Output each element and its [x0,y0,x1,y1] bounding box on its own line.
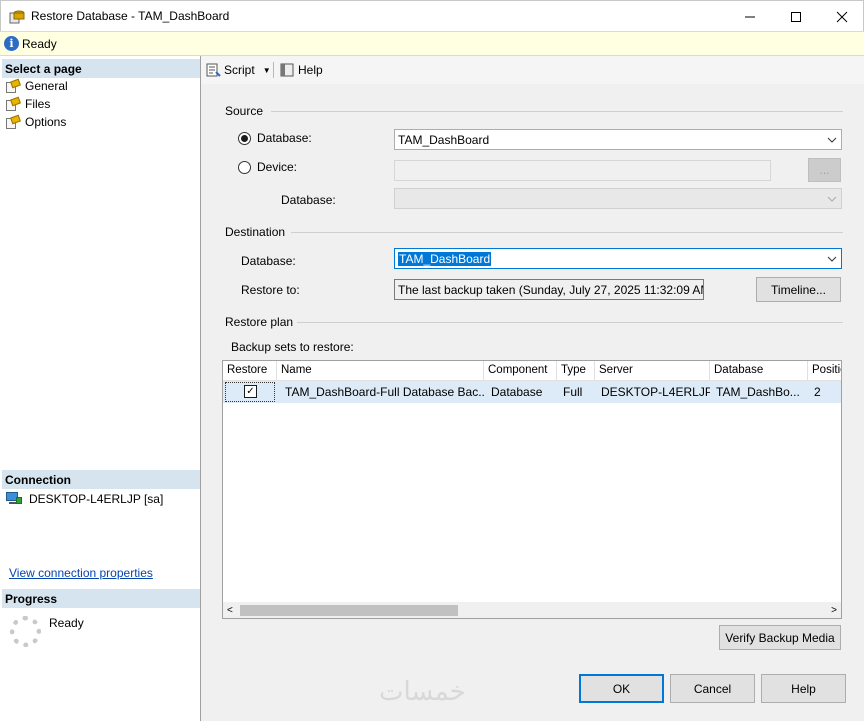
window-title: Restore Database - TAM_DashBoard [31,9,230,23]
device-database-select[interactable] [394,188,842,209]
cancel-button[interactable]: Cancel [670,674,755,703]
column-header-restore[interactable]: Restore [223,361,277,381]
connection-value: DESKTOP-L4ERLJP [sa] [29,492,164,506]
source-divider [271,111,843,112]
page-item-general[interactable]: General [6,77,68,95]
timeline-button[interactable]: Timeline... [756,277,841,302]
wrench-page-icon [6,96,21,111]
cell-server: DESKTOP-L4ERLJP [601,385,710,399]
cell-name: TAM_DashBoard-Full Database Bac... [285,385,484,399]
restore-plan-divider [297,322,843,323]
restore-to-label: Restore to: [241,283,300,297]
toolbar-separator [273,62,274,78]
cell-position: 2 [814,385,821,399]
verify-backup-media-button[interactable]: Verify Backup Media [719,625,841,650]
source-database-radio[interactable] [238,132,251,145]
column-header-position[interactable]: Positio [808,361,841,381]
title-bar: Restore Database - TAM_DashBoard [0,0,864,31]
chevron-down-icon[interactable] [825,130,839,149]
help-button[interactable]: Help [761,674,846,703]
status-text: Ready [22,37,57,51]
script-label: Script [224,63,255,77]
destination-group-label: Destination [225,225,286,239]
minimize-button[interactable] [727,1,773,32]
source-group-label: Source [225,104,264,118]
status-strip: i Ready [0,31,864,56]
column-header-database[interactable]: Database [710,361,808,381]
cell-component: Database [491,385,543,399]
cell-type: Full [563,385,583,399]
chevron-down-icon[interactable] [825,189,839,208]
source-device-radio-label: Device: [257,160,298,174]
view-connection-properties-link[interactable]: View connection properties [9,566,153,580]
device-database-label: Database: [281,193,336,207]
help-book-icon [279,62,295,78]
column-header-type[interactable]: Type [557,361,595,381]
wrench-page-icon [6,78,21,93]
main-panel: Script ▼ Help Source Database: TAM_DashB… [201,56,864,665]
wrench-page-icon [6,114,21,129]
scroll-left-icon[interactable]: < [227,605,233,616]
watermark: خمسات [379,677,466,707]
source-database-radio-label: Database: [257,131,312,145]
column-header-component[interactable]: Component [484,361,557,381]
connection-header: Connection [2,470,200,489]
destination-database-label: Database: [241,254,296,268]
source-database-value: TAM_DashBoard [398,133,490,147]
source-device-radio[interactable] [238,161,251,174]
backup-sets-grid[interactable]: Restore Name Component Type Server Datab… [222,360,842,619]
select-page-header: Select a page [2,59,200,78]
connection-server: DESKTOP-L4ERLJP [sa] [6,492,163,506]
restore-plan-group-label: Restore plan [225,315,294,329]
chevron-down-icon[interactable]: ▼ [263,66,271,75]
destination-database-value[interactable]: TAM_DashBoard [398,252,492,266]
table-row[interactable]: ✓ TAM_DashBoard-Full Database Bac... Dat… [223,381,841,403]
ok-button[interactable]: OK [579,674,664,703]
destination-divider [291,232,843,233]
page-item-label: Files [25,97,51,111]
help-toolbar-button[interactable]: Help [279,61,323,79]
script-button[interactable]: Script ▼ [205,61,271,79]
script-icon [205,62,221,78]
progress-spinner-icon [10,616,41,647]
backup-sets-label: Backup sets to restore: [231,340,354,354]
page-item-label: Options [25,115,67,129]
progress-status: Ready [49,616,84,630]
column-header-name[interactable]: Name [277,361,484,381]
scroll-right-icon[interactable]: > [831,605,837,616]
focus-cell [225,382,275,402]
scrollbar-thumb[interactable] [240,605,458,616]
info-icon: i [4,36,19,51]
source-database-select[interactable]: TAM_DashBoard [394,129,842,150]
restore-to-field: The last backup taken (Sunday, July 27, … [394,279,704,300]
toolbar: Script ▼ Help [201,56,864,84]
browse-device-button[interactable]: ... [808,158,841,182]
progress-header: Progress [2,589,200,608]
chevron-down-icon[interactable] [825,249,839,268]
server-connection-icon [6,492,22,506]
dialog-footer: خمسات OK Cancel Help [201,665,864,721]
horizontal-scrollbar[interactable]: < > [223,602,841,618]
cell-database: TAM_DashBo... [716,385,800,399]
page-item-label: General [25,79,68,93]
restore-database-icon [9,8,25,24]
page-item-files[interactable]: Files [6,95,50,113]
device-path-field[interactable] [394,160,771,181]
column-header-server[interactable]: Server [595,361,710,381]
close-button[interactable] [819,1,864,32]
left-panel: Select a page General Files Options Conn… [0,56,201,721]
page-item-options[interactable]: Options [6,113,66,131]
destination-database-select[interactable]: TAM_DashBoard [394,248,842,269]
help-label: Help [298,63,323,77]
maximize-button[interactable] [773,1,819,32]
